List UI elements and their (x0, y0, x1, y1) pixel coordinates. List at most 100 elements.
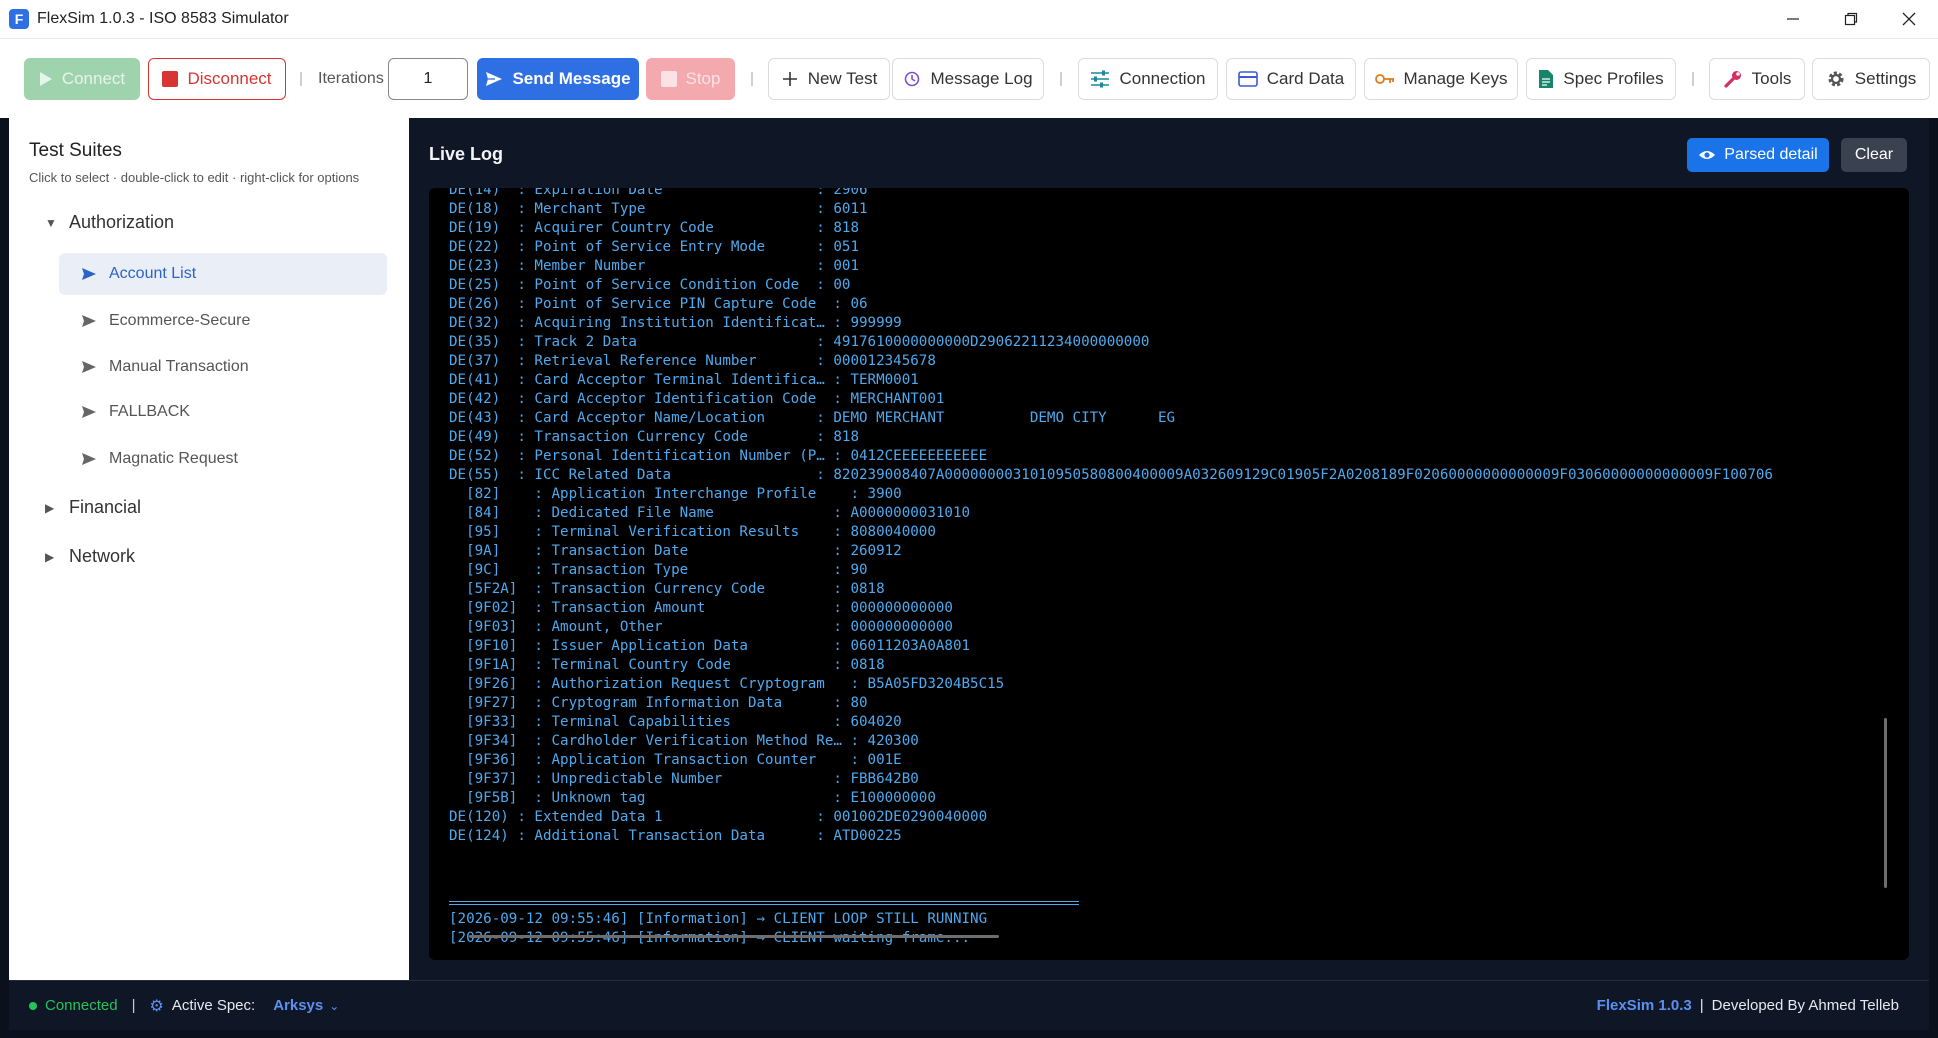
active-spec-label: Active Spec: (171, 997, 256, 1014)
gear-icon (1828, 71, 1844, 87)
send-icon (82, 406, 96, 418)
log-line: DE(42) : Card Acceptor Identification Co… (449, 391, 945, 407)
log-line: [2026-09-12 09:55:46] [Information] → CL… (449, 930, 971, 946)
tools-label: Tools (1751, 69, 1792, 88)
vertical-scrollbar[interactable] (1884, 718, 1887, 888)
window-title: FlexSim 1.0.3 - ISO 8583 Simulator (37, 10, 289, 27)
close-icon (1902, 12, 1916, 26)
new-test-label: New Test (807, 69, 878, 88)
parsed-detail-button[interactable]: Parsed detail (1687, 138, 1829, 172)
send-icon (82, 268, 96, 280)
sidebar-title: Test Suites (29, 140, 122, 161)
window-controls (1764, 0, 1938, 38)
plus-icon (782, 72, 797, 86)
tree-group-label: Authorization (69, 212, 175, 232)
window-frame (0, 1030, 1938, 1038)
log-line: DE(23) : Member Number : 001 (449, 258, 859, 274)
send-icon (486, 72, 503, 86)
tree-item-manual-transaction[interactable]: Manual Transaction (59, 346, 387, 388)
log-line: [9F26] : Authorization Request Cryptogra… (449, 676, 1005, 692)
card-data-label: Card Data (1266, 69, 1345, 88)
log-divider (449, 901, 1079, 905)
stop-square-icon (162, 71, 179, 87)
settings-button[interactable]: Settings (1812, 58, 1930, 100)
live-log-panel: Live Log Parsed detail Clear DE(14) : Ex… (409, 118, 1929, 980)
restore-button[interactable] (1822, 0, 1880, 38)
spec-profiles-button[interactable]: Spec Profiles (1526, 58, 1676, 100)
manage-keys-label: Manage Keys (1403, 69, 1508, 88)
status-separator: | (1699, 997, 1704, 1014)
disconnect-label: Disconnect (187, 69, 272, 88)
tree-item-label: Magnatic Request (109, 450, 238, 467)
manage-keys-button[interactable]: Manage Keys (1364, 58, 1518, 100)
message-log-label: Message Log (930, 69, 1033, 88)
wrench-icon (1724, 71, 1741, 88)
disconnect-button[interactable]: Disconnect (148, 58, 286, 100)
log-line: DE(124) : Additional Transaction Data : … (449, 828, 902, 844)
card-data-button[interactable]: Card Data (1226, 58, 1356, 100)
log-line: [2026-09-12 09:55:46] [Information] → CL… (449, 911, 988, 927)
tree-group-financial[interactable]: ▶ Financial (45, 497, 141, 518)
minimize-icon (1787, 18, 1799, 20)
log-line: [82] : Application Interchange Profile :… (449, 486, 902, 502)
app-version: FlexSim 1.0.3 (1596, 997, 1692, 1014)
tree-item-ecommerce-secure[interactable]: Ecommerce-Secure (59, 300, 387, 342)
tree-item-fallback[interactable]: FALLBACK (59, 391, 387, 433)
expanded-arrow-icon: ▼ (45, 215, 57, 230)
tree-item-account-list[interactable]: Account List (59, 253, 387, 295)
connection-button[interactable]: Connection (1078, 58, 1218, 100)
credit-card-icon (1237, 71, 1258, 87)
tree-item-label: FALLBACK (109, 403, 190, 420)
window-frame (1929, 118, 1938, 1038)
minimize-button[interactable] (1764, 0, 1822, 38)
send-icon (82, 453, 96, 465)
clear-button[interactable]: Clear (1841, 138, 1907, 172)
log-console[interactable]: DE(14) : Expiration Date : 2906 DE(18) : … (429, 188, 1909, 960)
window-frame (0, 118, 9, 1038)
horizontal-scrollbar[interactable] (469, 935, 999, 938)
toolbar: Connect Disconnect Iterations Send Messa… (0, 38, 1938, 118)
restore-icon (1844, 12, 1858, 26)
active-spec-dropdown[interactable]: Arksys (273, 997, 323, 1014)
connect-button[interactable]: Connect (24, 58, 140, 100)
tree-group-network[interactable]: ▶ Network (45, 546, 135, 567)
toolbar-separator (751, 72, 753, 86)
log-tail: [2026-09-12 09:55:46] [Information] → CL… (449, 910, 987, 948)
tools-button[interactable]: Tools (1709, 58, 1805, 100)
log-line: DE(41) : Card Acceptor Terminal Identifi… (449, 372, 919, 388)
log-line: DE(22) : Point of Service Entry Mode : 0… (449, 239, 859, 255)
connection-status: Connected (45, 997, 118, 1014)
log-line: [9C] : Transaction Type : 90 (449, 562, 868, 578)
spec-profiles-label: Spec Profiles (1563, 69, 1664, 88)
title-bar: F FlexSim 1.0.3 - ISO 8583 Simulator (0, 0, 1938, 38)
tree-group-authorization[interactable]: ▼ Authorization (45, 212, 174, 233)
message-log-button[interactable]: Message Log (892, 58, 1044, 100)
send-icon (82, 315, 96, 327)
send-message-button[interactable]: Send Message (477, 58, 639, 100)
iterations-input[interactable] (388, 58, 468, 100)
log-line: [9A] : Transaction Date : 260912 (449, 543, 902, 559)
sliders-icon (1091, 70, 1110, 88)
log-line: DE(43) : Card Acceptor Name/Location : D… (449, 410, 1176, 426)
stop-square-icon (660, 71, 677, 87)
close-button[interactable] (1880, 0, 1938, 38)
tree-item-magnatic-request[interactable]: Magnatic Request (59, 438, 387, 480)
chevron-down-icon[interactable]: ⌄ (329, 999, 339, 1013)
connect-label: Connect (61, 69, 126, 88)
app-logo-icon: F (9, 9, 29, 29)
developer-credit: Developed By Ahmed Telleb (1711, 997, 1899, 1014)
log-line: DE(32) : Acquiring Institution Identific… (449, 315, 902, 331)
stop-button[interactable]: Stop (646, 58, 735, 100)
send-message-label: Send Message (512, 69, 631, 88)
log-line: [84] : Dedicated File Name : A0000000031… (449, 505, 971, 521)
log-line: [9F03] : Amount, Other : 000000000000 (449, 619, 953, 635)
log-line: DE(37) : Retrieval Reference Number : 00… (449, 353, 936, 369)
toolbar-separator (1060, 72, 1062, 86)
settings-label: Settings (1854, 69, 1917, 88)
new-test-button[interactable]: New Test (768, 58, 890, 100)
status-right: FlexSim 1.0.3 | Developed By Ahmed Telle… (1597, 997, 1899, 1014)
collapsed-arrow-icon: ▶ (45, 549, 55, 564)
log-line: DE(25) : Point of Service Condition Code… (449, 277, 851, 293)
log-line: [5F2A] : Transaction Currency Code : 081… (449, 581, 885, 597)
connection-label: Connection (1119, 69, 1206, 88)
